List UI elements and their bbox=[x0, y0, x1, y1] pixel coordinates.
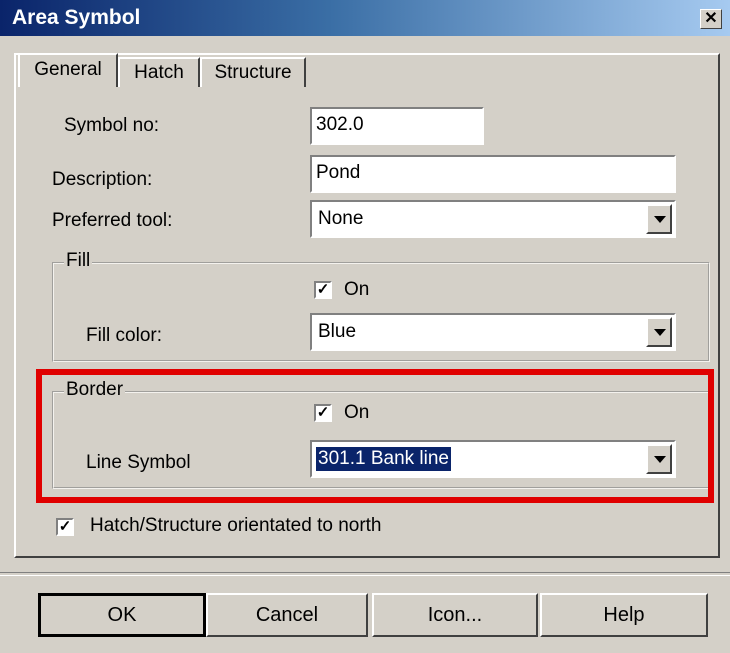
cancel-button[interactable]: Cancel bbox=[206, 593, 368, 637]
fill-color-dropdown-button[interactable] bbox=[646, 317, 672, 347]
checkmark-icon: ✓ bbox=[316, 281, 330, 298]
icon-button[interactable]: Icon... bbox=[372, 593, 538, 637]
fill-color-value: Blue bbox=[318, 321, 357, 342]
fill-on-label: On bbox=[344, 279, 370, 300]
fill-color-select[interactable]: Blue bbox=[310, 313, 676, 351]
preferred-tool-dropdown-button[interactable] bbox=[646, 204, 672, 234]
button-separator bbox=[0, 572, 730, 576]
preferred-tool-value: None bbox=[318, 208, 364, 229]
fill-group-title: Fill bbox=[64, 250, 93, 272]
help-button[interactable]: Help bbox=[540, 593, 708, 637]
preferred-tool-label: Preferred tool: bbox=[52, 210, 173, 231]
symbol-no-label: Symbol no: bbox=[64, 115, 160, 136]
fill-color-label: Fill color: bbox=[86, 325, 163, 346]
chevron-down-icon bbox=[654, 216, 666, 223]
description-input[interactable]: Pond bbox=[310, 155, 676, 193]
chevron-down-icon bbox=[654, 329, 666, 336]
preferred-tool-select[interactable]: None bbox=[310, 200, 676, 238]
fill-on-checkbox[interactable]: ✓ bbox=[314, 281, 332, 299]
close-button[interactable]: ✕ bbox=[700, 9, 722, 29]
title-bar: Area Symbol ✕ bbox=[0, 0, 730, 36]
description-label: Description: bbox=[52, 169, 153, 190]
border-highlight-box bbox=[36, 369, 714, 503]
ok-button[interactable]: OK bbox=[38, 593, 206, 637]
symbol-no-input[interactable]: 302.0 bbox=[310, 107, 484, 145]
close-icon: ✕ bbox=[704, 10, 718, 27]
window-title: Area Symbol bbox=[12, 6, 141, 29]
hatch-orientation-label: Hatch/Structure orientated to north bbox=[90, 515, 382, 536]
hatch-orientation-checkbox[interactable]: ✓ bbox=[56, 518, 74, 536]
tab-general-label: General bbox=[34, 59, 102, 80]
checkmark-icon: ✓ bbox=[58, 518, 72, 535]
tab-general[interactable]: General bbox=[18, 53, 118, 87]
